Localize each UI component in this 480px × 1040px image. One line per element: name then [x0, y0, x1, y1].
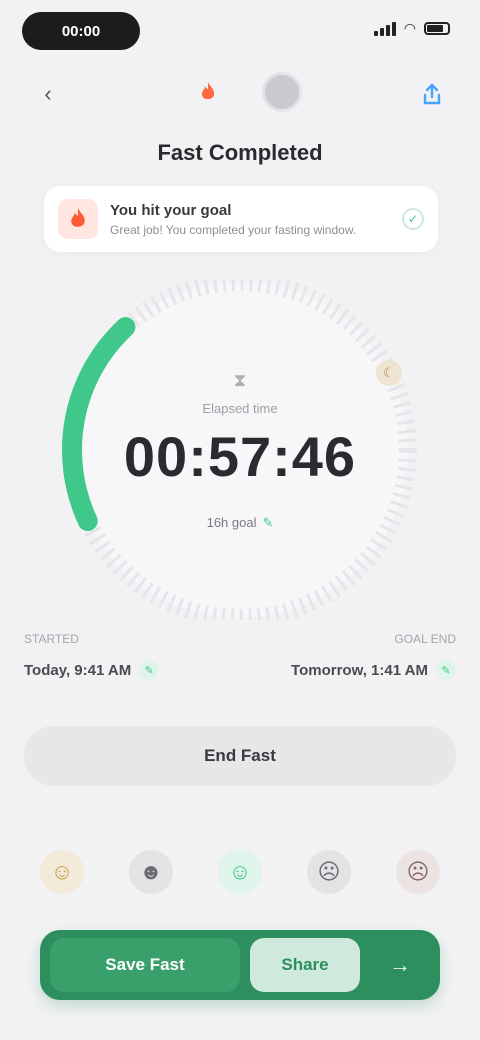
page-title: Fast Completed: [157, 140, 323, 165]
banner-subtitle: Great job! You completed your fasting wi…: [110, 222, 357, 237]
edit-end-icon[interactable]: ✎: [436, 660, 456, 680]
timer-value: 00:57:46: [123, 424, 357, 488]
end-value: Tomorrow, 1:41 AM: [291, 661, 428, 679]
status-indicators: ◠: [373, 20, 450, 37]
start-caption: STARTED: [24, 632, 79, 646]
avatar[interactable]: [262, 72, 302, 112]
edit-start-icon[interactable]: ✎: [139, 660, 160, 680]
share-button[interactable]: Share: [250, 938, 360, 992]
status-time-pill: 00:00: [22, 12, 140, 50]
edit-icon[interactable]: ✎: [262, 515, 273, 531]
timer-label: Elapsed time: [202, 400, 278, 416]
end-time[interactable]: GOAL END Tomorrow, 1:41 AM ✎: [291, 632, 456, 680]
share-icon[interactable]: [414, 76, 450, 112]
status-time: 00:00: [61, 22, 101, 40]
mood-calm-icon[interactable]: ☺: [218, 850, 262, 894]
banner-title: You hit your goal: [110, 201, 232, 219]
check-icon: ✓: [402, 208, 424, 230]
top-nav: ‹: [0, 64, 480, 120]
arrow-right-icon[interactable]: →: [370, 938, 430, 992]
flame-icon: [58, 199, 98, 239]
start-time[interactable]: STARTED Today, 9:41 AM ✎: [24, 632, 160, 680]
cellular-signal-icon: [373, 21, 396, 36]
wifi-icon: ◠: [403, 20, 416, 36]
save-fast-button[interactable]: Save Fast: [50, 938, 240, 992]
end-caption: GOAL END: [394, 632, 456, 646]
fast-times: STARTED Today, 9:41 AM ✎ GOAL END Tomorr…: [24, 632, 456, 702]
start-value: Today, 9:41 AM: [24, 661, 132, 679]
battery-icon: [424, 22, 450, 35]
banner-text: You hit your goal Great job! You complet…: [110, 202, 402, 237]
save-bar: Save Fast Share →: [40, 930, 440, 1000]
end-fast-button[interactable]: End Fast: [24, 726, 456, 786]
mood-selector: ☺ ☻ ☺ ☹ ☹: [40, 850, 440, 910]
chevron-left-icon[interactable]: ‹: [30, 76, 66, 112]
timer-goal-label: 16h goal: [206, 515, 257, 530]
mood-sad-icon[interactable]: ☹: [396, 850, 440, 894]
timer-center: ⧗ Elapsed time 00:57:46 16h goal ✎: [40, 280, 440, 620]
goal-banner[interactable]: You hit your goal Great job! You complet…: [44, 186, 438, 252]
hourglass-icon: ⧗: [233, 369, 247, 390]
timer-goal[interactable]: 16h goal ✎: [207, 515, 274, 531]
timer-ring: ☾ ⧗ Elapsed time 00:57:46 16h goal ✎: [40, 280, 440, 620]
fire-icon[interactable]: [190, 74, 226, 110]
mood-tired-icon[interactable]: ☹: [307, 850, 351, 894]
status-bar: 00:00 ◠: [0, 0, 480, 64]
mood-happy-icon[interactable]: ☺: [40, 850, 84, 894]
mood-neutral-icon[interactable]: ☻: [129, 850, 173, 894]
